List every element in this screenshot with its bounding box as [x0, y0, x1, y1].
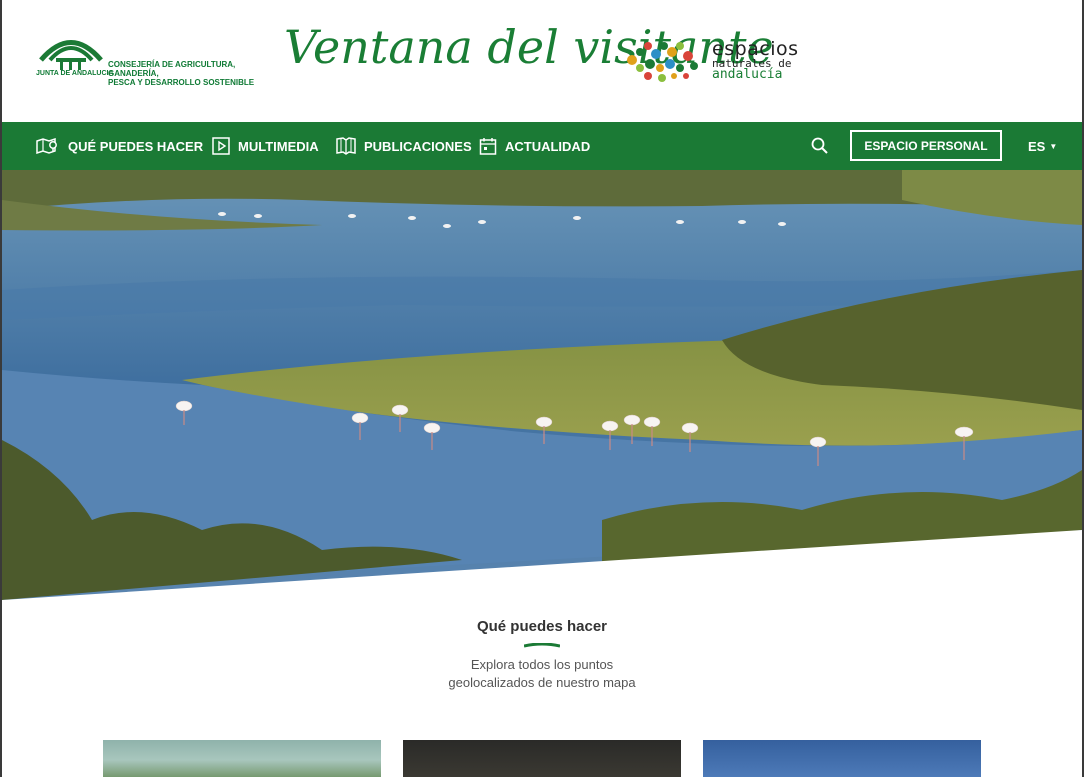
consejeria-text: CONSEJERÍA DE AGRICULTURA, GANADERÍA, PE…: [108, 60, 256, 87]
hero-banner: [2, 170, 1082, 600]
espacios-logo-line-1: espacios: [712, 38, 799, 60]
calendar-icon: [479, 138, 497, 155]
language-label: ES: [1028, 138, 1046, 154]
nav-label: MULTIMEDIA: [238, 138, 319, 154]
section-desc-line-1: Explora todos los puntos: [470, 657, 614, 672]
caret-down-icon: ▼: [1049, 141, 1058, 151]
nav-item-actualidad[interactable]: ACTUALIDAD: [479, 122, 590, 170]
flora-fauna-logo-icon: [627, 42, 698, 82]
activity-card[interactable]: [103, 740, 381, 777]
section-title: Qué puedes hacer: [476, 618, 608, 635]
junta-name: JUNTA DE ANDALUCIA: [36, 70, 114, 77]
lagoon-flamingos-photo: [2, 170, 1082, 600]
nav-label: QUÉ PUEDES HACER: [68, 138, 204, 154]
section-underline: [524, 643, 560, 648]
map-pin-icon: [36, 138, 57, 154]
consejeria-line-1: CONSEJERÍA DE AGRICULTURA, GANADERÍA,: [108, 60, 236, 78]
site-header: JUNTA DE ANDALUCIA CONSEJERÍA DE AGRICUL…: [2, 0, 1082, 122]
page-frame: JUNTA DE ANDALUCIA CONSEJERÍA DE AGRICUL…: [0, 0, 1084, 777]
main-navbar: QUÉ PUEDES HACER MULTIMEDIA PUBLICACIONE…: [2, 122, 1082, 170]
nav-item-publicaciones[interactable]: PUBLICACIONES: [336, 122, 472, 170]
nav-item-multimedia[interactable]: MULTIMEDIA: [212, 122, 319, 170]
book-icon: [336, 137, 356, 155]
nav-label: ACTUALIDAD: [505, 138, 591, 154]
play-icon: [212, 137, 230, 155]
nav-item-que-puedes-hacer[interactable]: QUÉ PUEDES HACER: [36, 122, 203, 170]
nav-label: PUBLICACIONES: [364, 138, 472, 154]
section-desc-line-2: geolocalizados de nuestro mapa: [448, 675, 636, 690]
espacio-personal-button[interactable]: ESPACIO PERSONAL: [850, 130, 1002, 161]
search-icon[interactable]: [810, 136, 830, 156]
activity-card[interactable]: [703, 740, 981, 777]
espacios-naturales-logo[interactable]: espacios naturales de andalucía: [712, 38, 812, 82]
consejeria-line-2: PESCA Y DESARROLLO SOSTENIBLE: [108, 78, 255, 87]
section-description: Explora todos los puntos geolocalizados …: [2, 656, 1082, 692]
junta-logo[interactable]: JUNTA DE ANDALUCIA CONSEJERÍA DE AGRICUL…: [36, 30, 256, 87]
activity-card[interactable]: [403, 740, 681, 777]
language-selector[interactable]: ES ▼: [1028, 122, 1057, 170]
espacios-logo-line-3: andalucía: [712, 67, 783, 82]
